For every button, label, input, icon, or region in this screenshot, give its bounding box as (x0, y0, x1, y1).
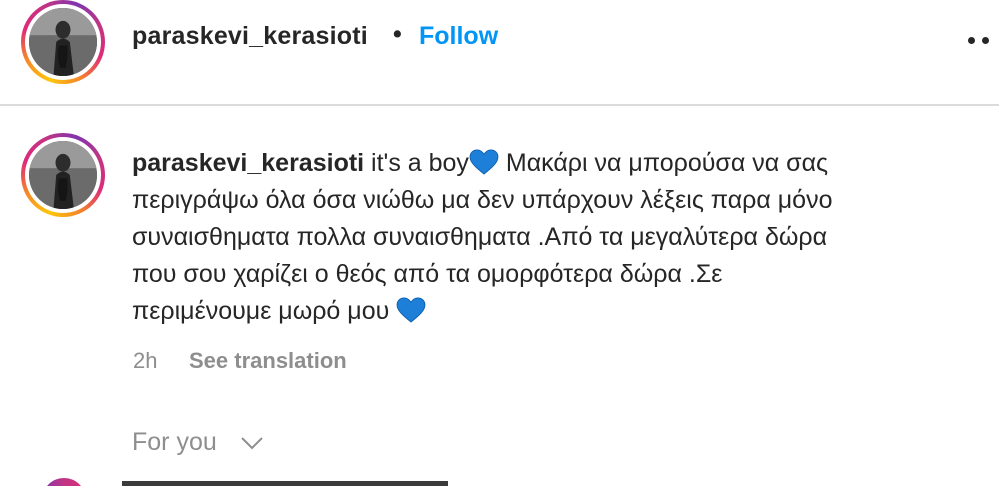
caption-line: paraskevi_kerasioti it's a boy Μακάρι να… (132, 145, 992, 182)
next-comment-text-peek (122, 481, 448, 486)
caption-line: συναισθηματα πολλα συναισθηματα .Από τα … (132, 223, 828, 251)
caption-text-rest: Μακάρι να μπορούσα να σας (498, 149, 829, 177)
more-dot (968, 37, 975, 44)
caption-text-start: it's a boy (364, 149, 469, 177)
caption-username[interactable]: paraskevi_kerasioti (132, 149, 364, 177)
follow-button[interactable]: Follow (419, 22, 498, 51)
instagram-post-frame: paraskevi_kerasioti • Follow paraskevi_k… (0, 0, 999, 486)
caption-line: που σου χαρίζει ο θεός από τα ομορφότερα… (132, 260, 723, 288)
caption-line: περιγράψω όλα όσα νιώθω μα δεν υπάρχουν … (132, 186, 833, 214)
blue-heart-icon (396, 297, 426, 323)
profile-photo (29, 8, 97, 76)
post-timestamp: 2h (133, 348, 158, 373)
caption-text-end: περιμένουμε μωρό μου (132, 297, 397, 325)
for-you-dropdown[interactable]: For you (132, 428, 217, 457)
chevron-down-icon[interactable] (240, 434, 264, 452)
blue-heart-icon (469, 149, 499, 175)
separator-dot: • (393, 20, 402, 48)
profile-photo (29, 141, 97, 209)
header-divider (0, 104, 999, 106)
caption-text: paraskevi_kerasioti it's a boy Μακάρι να… (132, 145, 992, 330)
caption-line: περιμένουμε μωρό μου (132, 293, 992, 330)
more-dot (982, 37, 989, 44)
more-options-icon[interactable] (966, 30, 996, 50)
caption-avatar[interactable] (21, 133, 105, 217)
see-translation-button[interactable]: See translation (189, 348, 347, 374)
post-username[interactable]: paraskevi_kerasioti (132, 22, 368, 51)
avatar[interactable] (21, 0, 105, 84)
next-comment-avatar[interactable] (42, 478, 86, 486)
